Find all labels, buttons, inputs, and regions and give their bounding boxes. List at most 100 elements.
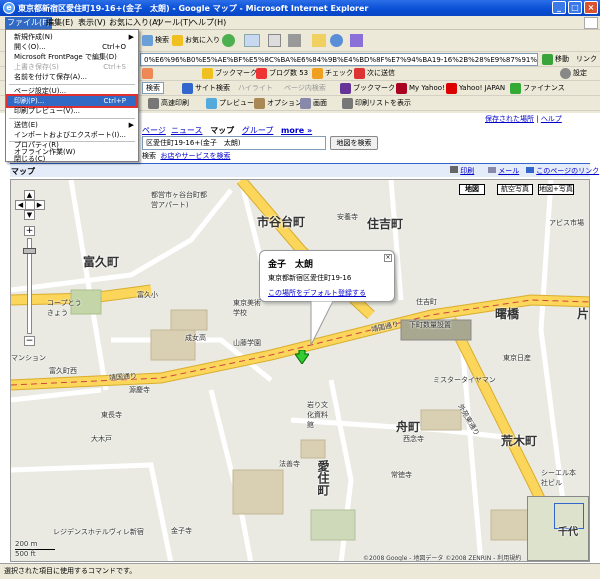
top-right-links: 保存された場所 | ヘルプ [485, 115, 562, 123]
yahoo-bookmark-button[interactable]: ブックマーク [340, 82, 395, 95]
label-residence: レジデンスホテルヴィレ新宿 [53, 528, 144, 536]
new-label: 新規作成(N) [14, 33, 53, 41]
map-canvas[interactable]: ▲ ◀ ▶ ▼ + − 地図 航空写真 地図+写真 市谷台町 住吉町 富久町 曙… [10, 179, 590, 562]
label-genkei: 源慶寺 [129, 386, 150, 394]
print-toolbar-icon[interactable] [268, 34, 281, 47]
label-tomihisa-cross: 富久町西 [49, 367, 77, 375]
messenger-icon[interactable] [330, 34, 343, 47]
saved-places-link[interactable]: 保存された場所 [485, 115, 534, 123]
minimize-button[interactable]: _ [552, 1, 566, 14]
file-menu-frontpage[interactable]: Microsoft FrontPage で編集(D) [8, 52, 136, 62]
location-marker[interactable] [294, 349, 310, 365]
research-icon[interactable] [350, 34, 363, 47]
zoom-slider-thumb[interactable] [23, 248, 36, 254]
addon-icons[interactable] [142, 67, 155, 80]
print-link[interactable]: 印刷 [450, 166, 474, 176]
site-search-button[interactable]: サイト検索 [182, 82, 230, 95]
media-icon[interactable] [222, 34, 235, 47]
print-list-button[interactable]: 印刷リストを表示 [342, 97, 411, 110]
file-menu-open[interactable]: 開く(O)... Ctrl+O [8, 42, 136, 52]
edit-icon[interactable] [288, 34, 301, 47]
file-menu-new[interactable]: 新規作成(N) ▶ [8, 32, 136, 42]
zoom-out-button[interactable]: − [24, 336, 35, 346]
map-type-satellite[interactable]: 航空写真 [497, 184, 533, 195]
file-menu-save-as[interactable]: 名前を付けて保存(A)... [8, 72, 136, 82]
print-list-label: 印刷リストを表示 [355, 99, 411, 107]
file-menu-print[interactable]: 印刷(P)... Ctrl+P [6, 94, 138, 108]
check-button[interactable]: チェック [312, 67, 353, 80]
menu-help[interactable]: ヘルプ(H) [188, 17, 228, 29]
my-yahoo-label: My Yahoo! [409, 84, 445, 92]
next-send-label: 次に送信 [367, 69, 395, 77]
nav-pages[interactable]: ページ [142, 126, 166, 135]
page-search-label: ページ内検索 [284, 84, 326, 92]
search-button[interactable]: 検索 [142, 34, 169, 47]
map-type-hybrid[interactable]: 地図+写真 [538, 184, 574, 195]
map-search-button[interactable]: 地図を検索 [330, 136, 378, 150]
options-label: オプション [267, 99, 302, 107]
go-button[interactable]: 移動 [542, 53, 569, 66]
yahoo-japan-button[interactable]: Yahoo! JAPAN [446, 82, 505, 95]
pan-down-button[interactable]: ▼ [24, 210, 35, 220]
business-search-link[interactable]: お店やサービスを検索 [160, 152, 230, 160]
map-search-input[interactable]: 区愛住町19-16+(金子 太朗) [142, 136, 326, 150]
close-button[interactable]: × [584, 1, 598, 14]
menu-edit[interactable]: 編集(E) [44, 17, 75, 29]
nav-groups[interactable]: グループ [242, 126, 274, 135]
settings-button[interactable]: 設定 [560, 67, 587, 80]
file-menu-save[interactable]: 上書き保存(S) Ctrl+S [8, 62, 136, 72]
mail-icon[interactable] [244, 34, 260, 47]
file-menu-send[interactable]: 送信(E) ▶ [8, 120, 136, 130]
search-tab[interactable]: 検索 [142, 152, 156, 160]
file-menu-dropdown: 新規作成(N) ▶ 開く(O)... Ctrl+O Microsoft FrontP… [5, 29, 139, 163]
star-icon [172, 34, 183, 46]
preview-label: プレビュー [219, 99, 254, 107]
label-ichigayadai: 市谷台町 [257, 215, 306, 229]
bookmark-button[interactable]: ブックマーク [202, 67, 257, 80]
links-label[interactable]: リンク [576, 53, 597, 66]
file-menu-close[interactable]: 閉じる(C) [8, 156, 136, 163]
file-menu-page-setup[interactable]: ページ設定(U)... [8, 86, 136, 96]
yahoo-icon [446, 82, 457, 94]
maximize-button[interactable]: □ [568, 1, 582, 14]
preview-button[interactable]: プレビュー [206, 97, 254, 110]
blog-count-button[interactable]: ブログ数 53 [256, 67, 308, 80]
label-shiel: シーエル本社ビル [541, 469, 576, 487]
next-send-button[interactable]: 次に送信 [354, 67, 395, 80]
options-button[interactable]: オプション [254, 97, 302, 110]
highlight-button[interactable]: ハイライト [238, 82, 273, 95]
finance-button[interactable]: ファイナンス [510, 82, 565, 95]
screen-button[interactable]: 画面 [300, 97, 327, 110]
file-menu-import-export[interactable]: インポートおよびエクスポート(I)... [8, 130, 136, 140]
folder-icon[interactable] [312, 34, 326, 47]
menu-view[interactable]: 表示(V) [76, 17, 108, 29]
page-link[interactable]: このページのリンク [526, 166, 599, 176]
mail-link[interactable]: メール [488, 166, 519, 176]
close-icon[interactable]: × [384, 254, 392, 262]
default-location-link[interactable]: この場所をデフォルト登録する [268, 288, 366, 298]
label-seiko: 成女高 [185, 334, 206, 342]
map-type-map[interactable]: 地図 [459, 184, 485, 195]
settings-label: 設定 [573, 69, 587, 77]
nav-news[interactable]: ニュース [171, 126, 203, 135]
file-menu-print-preview[interactable]: 印刷プレビュー(V)... [8, 106, 136, 116]
address-field[interactable]: 0%E6%96%B0%E5%AE%BF%E5%8C%BA%E6%84%9B%E4… [140, 53, 538, 66]
print-label: 印刷 [460, 167, 475, 175]
zoom-in-button[interactable]: + [24, 226, 35, 236]
favorites-button[interactable]: お気に入り [172, 34, 220, 47]
help-link[interactable]: ヘルプ [541, 115, 562, 123]
overview-map[interactable]: 千代 [527, 496, 589, 561]
screen-label: 画面 [313, 99, 327, 107]
printer-icon [148, 97, 159, 109]
label-yasukuni-west: 靖国通り [108, 372, 138, 382]
fast-print-button[interactable]: 高速印刷 [148, 97, 189, 110]
scale-bar: 200 m 500 ft [15, 540, 85, 558]
pan-right-button[interactable]: ▶ [34, 200, 45, 210]
save-as-label: 名前を付けて保存(A)... [14, 73, 87, 81]
pan-up-button[interactable]: ▲ [24, 190, 35, 200]
nav-more[interactable]: more » [281, 126, 312, 135]
my-yahoo-button[interactable]: My Yahoo! [396, 82, 445, 95]
map-copyright[interactable]: ©2008 Google - 地図データ ©2008 ZENRIN - 利用規約 [363, 553, 521, 561]
page-search-button[interactable]: ページ内検索 [284, 82, 326, 95]
yahoo-search-button[interactable]: 検索 [142, 82, 164, 94]
